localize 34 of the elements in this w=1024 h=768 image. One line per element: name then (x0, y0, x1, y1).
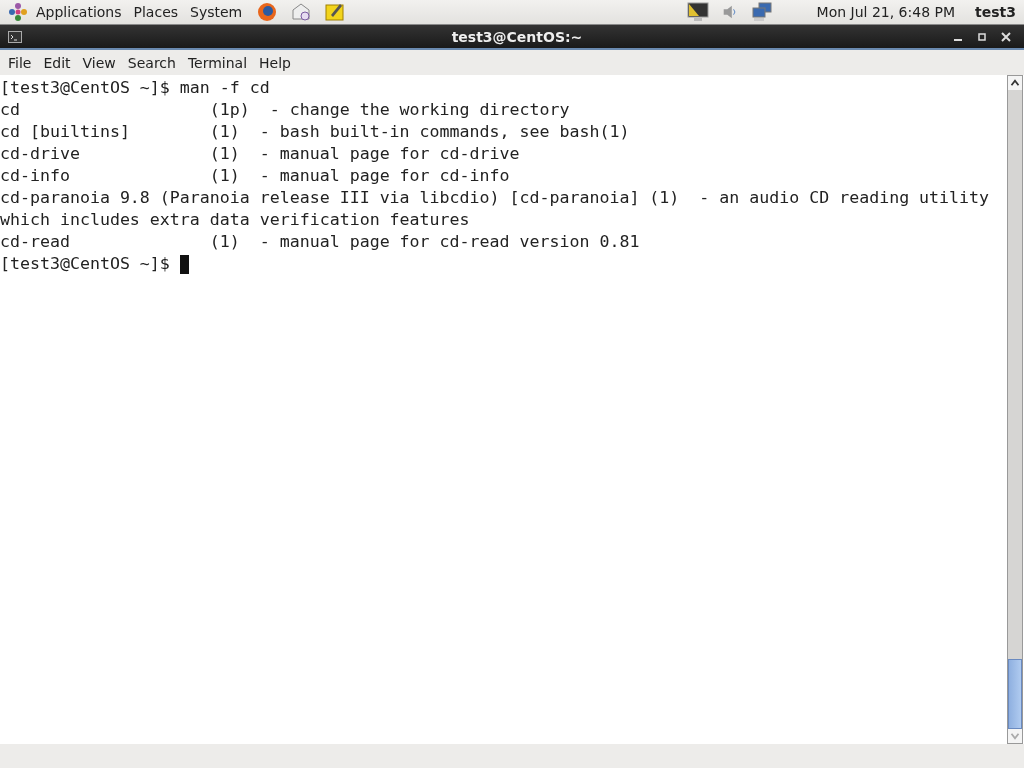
user-name[interactable]: test3 (975, 4, 1016, 20)
terminal-line: [test3@CentOS ~]$ man -f cd (0, 77, 270, 99)
menu-item[interactable]: File (2, 54, 38, 71)
terminal-icon[interactable] (8, 30, 22, 43)
terminal-line: cd [builtins] (1) - bash built-in commands, see bash(1) (0, 121, 630, 143)
menu-item[interactable]: View (76, 54, 122, 71)
scroll-up-icon[interactable] (1008, 76, 1022, 90)
menu-item[interactable]: Edit (37, 54, 77, 71)
text-cursor (179, 254, 189, 274)
menu-item[interactable]: Help (253, 54, 297, 71)
close-icon[interactable] (1000, 30, 1012, 43)
terminal-line: cd-drive (1) - manual page for cd-drive (0, 143, 520, 165)
envelope-clock-icon[interactable] (290, 2, 313, 22)
scrollbar[interactable] (1007, 75, 1023, 744)
panel-menu[interactable]: System (190, 4, 243, 20)
terminal-line: [test3@CentOS ~]$ (0, 253, 171, 275)
menu-item[interactable]: Terminal (181, 54, 254, 71)
notepad-pencil-icon[interactable] (324, 2, 347, 22)
panel-menu[interactable]: Applications (36, 4, 122, 20)
terminal-line: cd-read (1) - manual page for cd-read version 0.81 (0, 231, 640, 253)
menu-item[interactable]: Search (121, 54, 182, 71)
scroll-thumb[interactable] (1008, 659, 1022, 729)
monitor-icon[interactable] (686, 2, 709, 22)
terminal-line: cd (1p) - change the working directory (0, 99, 570, 121)
window-title: test3@CentOS:~ (450, 28, 584, 45)
panel-menu[interactable]: Places (133, 4, 179, 20)
clock[interactable]: Mon Jul 21, 6:48 PM (816, 4, 956, 20)
browser-globe-icon[interactable] (256, 2, 279, 22)
network-computers-icon[interactable] (750, 2, 773, 22)
flower-logo-icon[interactable] (8, 2, 28, 22)
terminal-line: cd-info (1) - manual page for cd-info (0, 165, 510, 187)
terminal-line: cd-paranoia 9.8 (Paranoia release III via libcdio) [cd-paranoia] (1) - an audio CD reading utility (0, 187, 990, 209)
maximize-icon[interactable] (976, 30, 988, 43)
terminal-line: which includes extra data verification features (0, 209, 470, 231)
